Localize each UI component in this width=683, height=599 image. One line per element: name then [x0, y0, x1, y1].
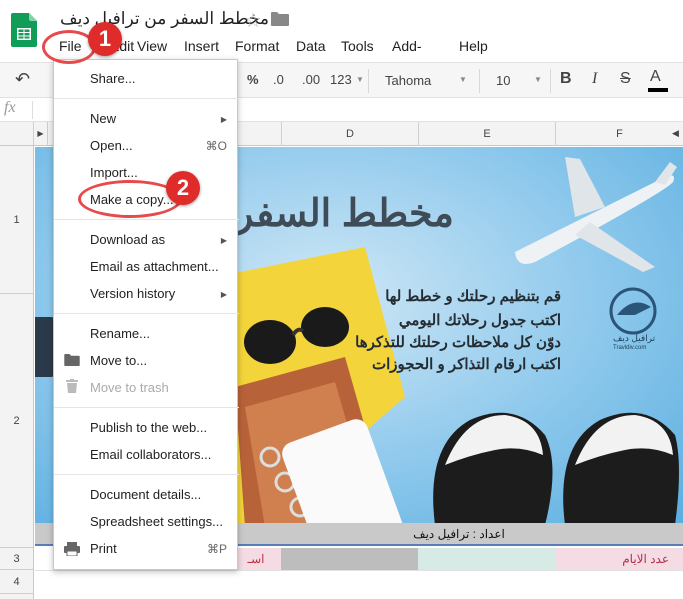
- number-format-button[interactable]: 123: [330, 72, 352, 87]
- row-header-1[interactable]: 1: [0, 146, 33, 294]
- menu-tools[interactable]: Tools: [341, 36, 374, 56]
- sheets-logo-icon[interactable]: [11, 13, 37, 47]
- menu-data[interactable]: Data: [296, 36, 326, 56]
- increase-decimal-button[interactable]: .00: [302, 72, 320, 87]
- cell-d3[interactable]: [281, 548, 418, 570]
- menu-item-import[interactable]: Import...: [90, 165, 138, 181]
- sheet-row-4[interactable]: [35, 570, 683, 599]
- cell-days-header[interactable]: عدد الايام: [555, 548, 683, 570]
- menu-item-email-attachment[interactable]: Email as attachment...: [90, 259, 219, 275]
- italic-button[interactable]: I: [592, 70, 597, 88]
- trash-icon: [66, 379, 78, 393]
- chevron-down-icon: ▼: [459, 75, 467, 84]
- file-menu-dropdown: Share... New ▶ Open... ⌘O Import... Make…: [53, 59, 239, 570]
- print-icon: [64, 542, 80, 556]
- submenu-arrow-icon: ▶: [220, 290, 227, 299]
- menu-item-rename[interactable]: Rename...: [90, 326, 150, 342]
- submenu-arrow-icon: ▶: [220, 115, 227, 124]
- formula-divider: [32, 101, 33, 119]
- menu-item-publish[interactable]: Publish to the web...: [90, 420, 207, 436]
- decrease-decimal-button[interactable]: .0: [273, 72, 284, 87]
- menu-help[interactable]: Help: [459, 36, 488, 56]
- row-header-3[interactable]: 3: [0, 548, 33, 570]
- row-header-2[interactable]: 2: [0, 294, 33, 548]
- menu-divider: [54, 407, 239, 408]
- shortcut-open: ⌘O: [205, 139, 227, 153]
- travel-dev-logo-icon: [609, 287, 657, 335]
- logo-url: Travldiv.com: [613, 345, 647, 351]
- text-color-swatch: [648, 88, 668, 92]
- document-title[interactable]: مخطط السفر من ترافيل ديف: [60, 9, 269, 29]
- column-header-d[interactable]: D: [282, 122, 419, 146]
- chevron-down-icon: ▼: [534, 75, 542, 84]
- toolbar-divider: [479, 69, 480, 93]
- menu-view[interactable]: View: [137, 36, 167, 56]
- chevron-down-icon: ▼: [356, 75, 364, 84]
- column-header-e[interactable]: E: [419, 122, 556, 146]
- menu-divider: [54, 474, 239, 475]
- cell-e3[interactable]: [418, 548, 555, 570]
- banner-line-1: قم بتنظيم رحلتك و خطط لها: [385, 288, 561, 305]
- row-header-4[interactable]: 4: [0, 570, 33, 594]
- menu-insert[interactable]: Insert: [184, 36, 219, 56]
- toolbar-divider: [550, 69, 551, 93]
- scroll-right-icon[interactable]: ◀: [672, 128, 679, 139]
- folder-icon[interactable]: [271, 12, 289, 26]
- banner-line-3: دوّن كل ملاحظات رحلتك للتذكرها: [355, 334, 561, 351]
- fx-icon: fx: [4, 99, 16, 116]
- menu-item-email-collaborators[interactable]: Email collaborators...: [90, 447, 211, 463]
- folder-icon: [64, 354, 80, 366]
- logo-name: ترافيل ديف: [613, 333, 656, 343]
- menu-item-print[interactable]: Print: [90, 541, 117, 557]
- submenu-arrow-icon: ▶: [220, 236, 227, 245]
- camera-illustration: [35, 317, 55, 377]
- bold-button[interactable]: B: [560, 70, 572, 88]
- annotation-step-2: 2: [166, 171, 200, 205]
- select-all-corner[interactable]: [0, 122, 34, 146]
- freeze-handle-icon[interactable]: ▶: [34, 122, 48, 146]
- menu-item-download-as[interactable]: Download as: [90, 232, 165, 248]
- menu-item-spreadsheet-settings[interactable]: Spreadsheet settings...: [90, 514, 223, 530]
- banner-line-2: اكتب جدول رحلاتك اليومي: [398, 312, 561, 329]
- menu-item-version-history[interactable]: Version history: [90, 286, 175, 302]
- menu-item-open[interactable]: Open...: [90, 138, 133, 154]
- toolbar-divider: [368, 69, 369, 93]
- menu-divider: [54, 313, 239, 314]
- banner-line-4: اكتب ارقام التذاكر و الحجوزات: [371, 356, 561, 373]
- strikethrough-button[interactable]: S: [620, 70, 631, 88]
- menu-format[interactable]: Format: [235, 36, 279, 56]
- menu-item-new[interactable]: New: [90, 111, 116, 127]
- text-color-button[interactable]: A: [650, 68, 661, 86]
- star-icon[interactable]: ☆: [244, 8, 262, 33]
- annotation-step-1: 1: [88, 22, 122, 56]
- airplane-illustration: [515, 157, 677, 272]
- banner-title: مخطط السفر: [235, 193, 454, 235]
- font-family-select[interactable]: Tahoma: [375, 70, 469, 92]
- undo-icon[interactable]: ↶: [15, 69, 30, 90]
- shortcut-print: ⌘P: [206, 542, 227, 556]
- sneakers-illustration: [433, 412, 679, 523]
- menu-item-document-details[interactable]: Document details...: [90, 487, 201, 503]
- row-header: 1 2 3 4: [0, 146, 34, 599]
- menu-item-move-to-trash: Move to trash: [90, 380, 169, 395]
- menu-divider: [54, 98, 239, 99]
- column-header-f[interactable]: F: [556, 122, 683, 146]
- format-percent-button[interactable]: %: [247, 72, 259, 87]
- menu-item-share[interactable]: Share...: [90, 71, 136, 87]
- menu-divider: [54, 219, 239, 220]
- cell-name-header[interactable]: اسـ: [231, 548, 281, 570]
- menu-item-move-to[interactable]: Move to...: [90, 353, 147, 369]
